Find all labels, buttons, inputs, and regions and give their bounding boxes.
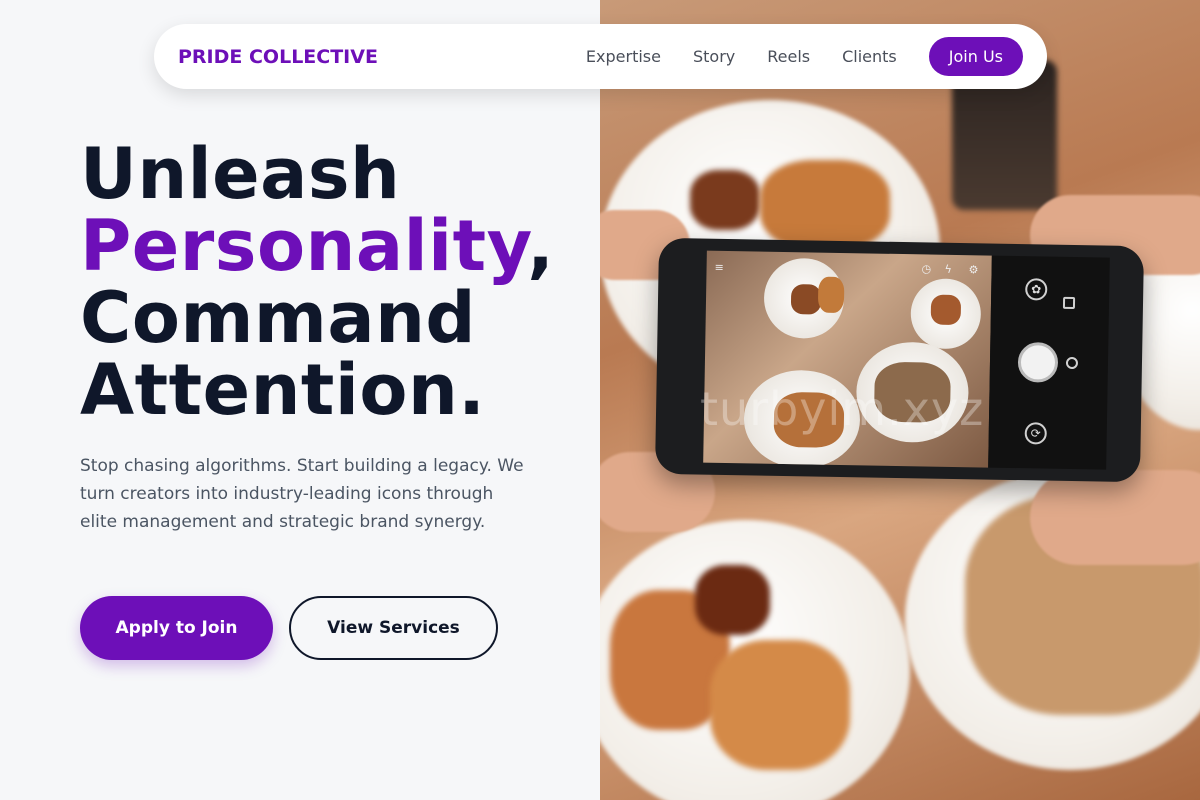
apply-to-join-button[interactable]: Apply to Join: [80, 596, 273, 660]
preview-fries: [817, 276, 845, 314]
food-dip: [695, 565, 770, 635]
food-fries-bottom: [710, 640, 850, 770]
hero-title: Unleash Personality, Command Attention.: [80, 138, 554, 426]
hero-title-line4: Attention.: [80, 349, 486, 431]
food-sauce: [690, 170, 760, 230]
menu-icon: ≡: [714, 260, 724, 274]
hero-title-line1: Unleash: [80, 133, 401, 215]
switch-camera-icon: ⟳: [1024, 422, 1047, 445]
nav-link-story[interactable]: Story: [693, 47, 735, 66]
hand-right-bottom: [1030, 470, 1200, 565]
view-services-button[interactable]: View Services: [289, 596, 498, 660]
mode-dot-icon: [1065, 356, 1079, 370]
preview-burger: [790, 284, 822, 315]
flash-icon: ϟ: [944, 262, 952, 276]
settings-icon: ⚙: [968, 263, 979, 277]
preview-sides: [930, 294, 962, 326]
brand-logo[interactable]: PRIDE COLLECTIVE: [178, 46, 378, 68]
camera-controls: ✿ ⟳: [988, 255, 1110, 470]
top-navbar: PRIDE COLLECTIVE Expertise Story Reels C…: [154, 24, 1047, 89]
camera-shutter-icon: [1017, 342, 1059, 383]
nav-link-expertise[interactable]: Expertise: [586, 47, 661, 66]
timer-icon: ◷: [921, 262, 932, 276]
smartphone: ≡ ◷ ϟ ⚙ ✿ ⟳: [654, 237, 1145, 483]
hero-title-comma: ,: [527, 205, 555, 287]
nav-link-clients[interactable]: Clients: [842, 47, 897, 66]
hero-title-accent: Personality: [80, 205, 528, 287]
image-watermark: turbyim.xyz: [700, 382, 985, 436]
gallery-icon: [1062, 296, 1076, 310]
nav-link-reels[interactable]: Reels: [767, 47, 810, 66]
hero-title-line3: Command: [80, 277, 477, 359]
food-fries: [760, 160, 890, 250]
nav-links: Expertise Story Reels Clients Join Us: [586, 37, 1023, 76]
lens-filter-icon: ✿: [1025, 278, 1048, 301]
join-us-button[interactable]: Join Us: [928, 37, 1023, 76]
hero-subtitle: Stop chasing algorithms. Start building …: [80, 456, 524, 532]
